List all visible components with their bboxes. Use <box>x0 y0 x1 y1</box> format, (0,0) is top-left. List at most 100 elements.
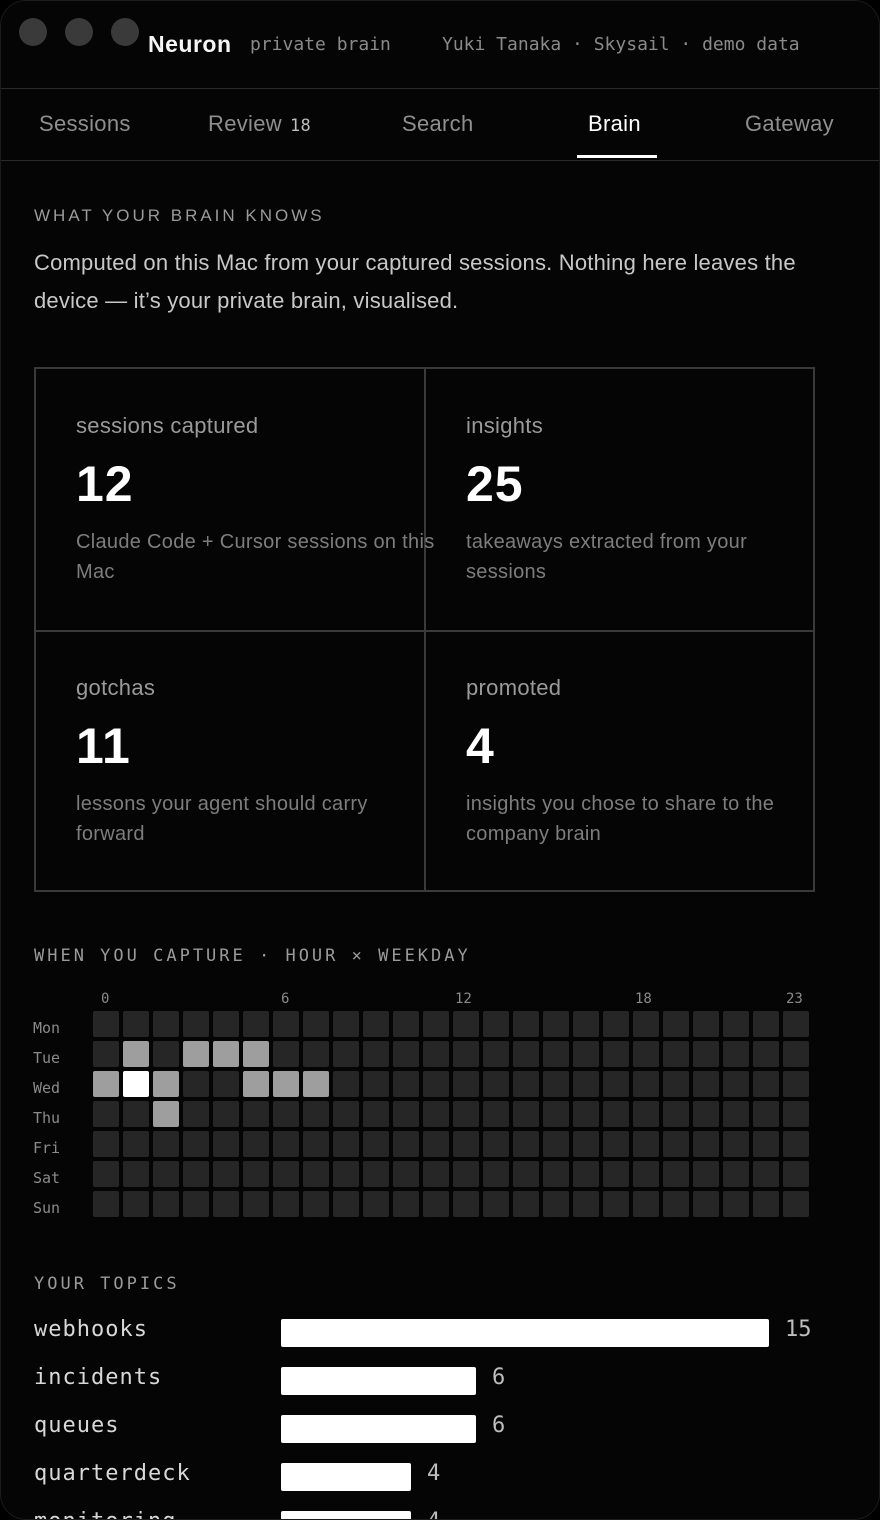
heatmap-cell <box>153 1041 179 1067</box>
brain-section-title: WHAT YOUR BRAIN KNOWS <box>34 206 325 225</box>
heatmap-hour-label: 6 <box>281 991 290 1007</box>
heatmap-cell <box>123 1071 149 1097</box>
tab-label: Search <box>402 111 474 136</box>
heatmap-cell <box>513 1101 539 1127</box>
heatmap-cell <box>663 1131 689 1157</box>
heatmap-cell <box>633 1071 659 1097</box>
heatmap-cell <box>573 1131 599 1157</box>
stat-promoted: promoted 4 insights you chose to share t… <box>466 675 826 849</box>
heatmap-cell <box>273 1191 299 1217</box>
app-window: Neuron private brain Yuki Tanaka · Skysa… <box>0 0 880 1520</box>
topic-count: 4 <box>427 1509 440 1519</box>
heatmap-cell <box>93 1011 119 1037</box>
heatmap-cell <box>243 1071 269 1097</box>
heatmap-cell <box>603 1041 629 1067</box>
topics-title: YOUR TOPICS <box>34 1274 180 1294</box>
heatmap-cell <box>663 1041 689 1067</box>
tab-brain[interactable]: Brain <box>588 111 641 137</box>
stat-description: insights you chose to share to the compa… <box>466 793 775 845</box>
heatmap-cell <box>273 1071 299 1097</box>
user-info: Yuki Tanaka · Skysail · demo data <box>442 34 800 55</box>
heatmap-cell <box>573 1101 599 1127</box>
heatmap-cell <box>393 1161 419 1187</box>
heatmap-cell <box>603 1011 629 1037</box>
tab-gateway[interactable]: Gateway <box>745 111 834 137</box>
heatmap-cell <box>723 1191 749 1217</box>
heatmap-cell <box>603 1131 629 1157</box>
heatmap-cell <box>543 1011 569 1037</box>
heatmap-cell <box>423 1071 449 1097</box>
heatmap-cell <box>213 1011 239 1037</box>
heatmap-cell <box>303 1101 329 1127</box>
heatmap-cell <box>783 1191 809 1217</box>
heatmap-cell <box>363 1071 389 1097</box>
heatmap-cell <box>723 1161 749 1187</box>
heatmap-cell <box>663 1011 689 1037</box>
heatmap-cell <box>393 1131 419 1157</box>
heatmap-cell <box>513 1071 539 1097</box>
heatmap-cell <box>213 1131 239 1157</box>
window-zoom-button[interactable] <box>111 18 139 46</box>
heatmap-cell <box>93 1041 119 1067</box>
heatmap-cell <box>333 1101 359 1127</box>
heatmap-cell <box>753 1071 779 1097</box>
heatmap-cell <box>393 1191 419 1217</box>
heatmap-cell <box>663 1161 689 1187</box>
heatmap-cell <box>603 1191 629 1217</box>
heatmap-cell <box>213 1161 239 1187</box>
heatmap-cell <box>483 1011 509 1037</box>
heatmap-cell <box>333 1071 359 1097</box>
heatmap-cell <box>603 1161 629 1187</box>
stat-value: 11 <box>76 718 131 774</box>
tab-review[interactable]: Review 18 <box>208 111 311 137</box>
heatmap-cell <box>123 1101 149 1127</box>
heatmap-cell <box>153 1101 179 1127</box>
topic-count: 15 <box>785 1317 812 1342</box>
heatmap-cell <box>573 1161 599 1187</box>
heatmap-day-label: Wed <box>33 1079 61 1097</box>
heatmap-cell <box>603 1101 629 1127</box>
heatmap-cell <box>693 1191 719 1217</box>
heatmap-cell <box>633 1011 659 1037</box>
heatmap-cell <box>483 1041 509 1067</box>
heatmap-cell <box>513 1191 539 1217</box>
topic-name: queues <box>34 1413 120 1438</box>
heatmap-cell <box>453 1161 479 1187</box>
heatmap-cell <box>93 1071 119 1097</box>
tab-search[interactable]: Search <box>402 111 474 137</box>
heatmap-title: WHEN YOU CAPTURE · HOUR × WEEKDAY <box>34 946 471 966</box>
topic-bar <box>281 1463 411 1491</box>
heatmap-cell <box>573 1011 599 1037</box>
heatmap-cell <box>693 1161 719 1187</box>
heatmap-cell <box>303 1041 329 1067</box>
heatmap-cell <box>573 1041 599 1067</box>
stats-grid: sessions captured 12 Claude Code + Curso… <box>34 367 815 892</box>
heatmap-cell <box>183 1011 209 1037</box>
heatmap-cell <box>363 1041 389 1067</box>
heatmap-cell <box>273 1131 299 1157</box>
heatmap-cell <box>633 1101 659 1127</box>
heatmap-cell <box>693 1011 719 1037</box>
heatmap-cell <box>423 1161 449 1187</box>
tab-sessions[interactable]: Sessions <box>39 111 131 137</box>
heatmap-cell <box>123 1131 149 1157</box>
topic-bar <box>281 1319 769 1347</box>
heatmap-cell <box>693 1071 719 1097</box>
heatmap-cell <box>483 1131 509 1157</box>
stat-insights: insights 25 takeaways extracted from you… <box>466 413 826 587</box>
heatmap-cell <box>453 1041 479 1067</box>
topic-count: 6 <box>492 1365 506 1390</box>
heatmap-cell <box>633 1191 659 1217</box>
topic-count: 4 <box>427 1461 441 1486</box>
heatmap-cell <box>123 1191 149 1217</box>
app-subtitle: private brain <box>250 34 391 55</box>
heatmap-cell <box>543 1191 569 1217</box>
heatmap-cell <box>783 1101 809 1127</box>
heatmap-cell <box>123 1011 149 1037</box>
heatmap-cell <box>273 1161 299 1187</box>
window-close-button[interactable] <box>19 18 47 46</box>
heatmap-cell <box>453 1071 479 1097</box>
heatmap-cell <box>423 1191 449 1217</box>
window-minimize-button[interactable] <box>65 18 93 46</box>
tab-label: Gateway <box>745 111 834 136</box>
